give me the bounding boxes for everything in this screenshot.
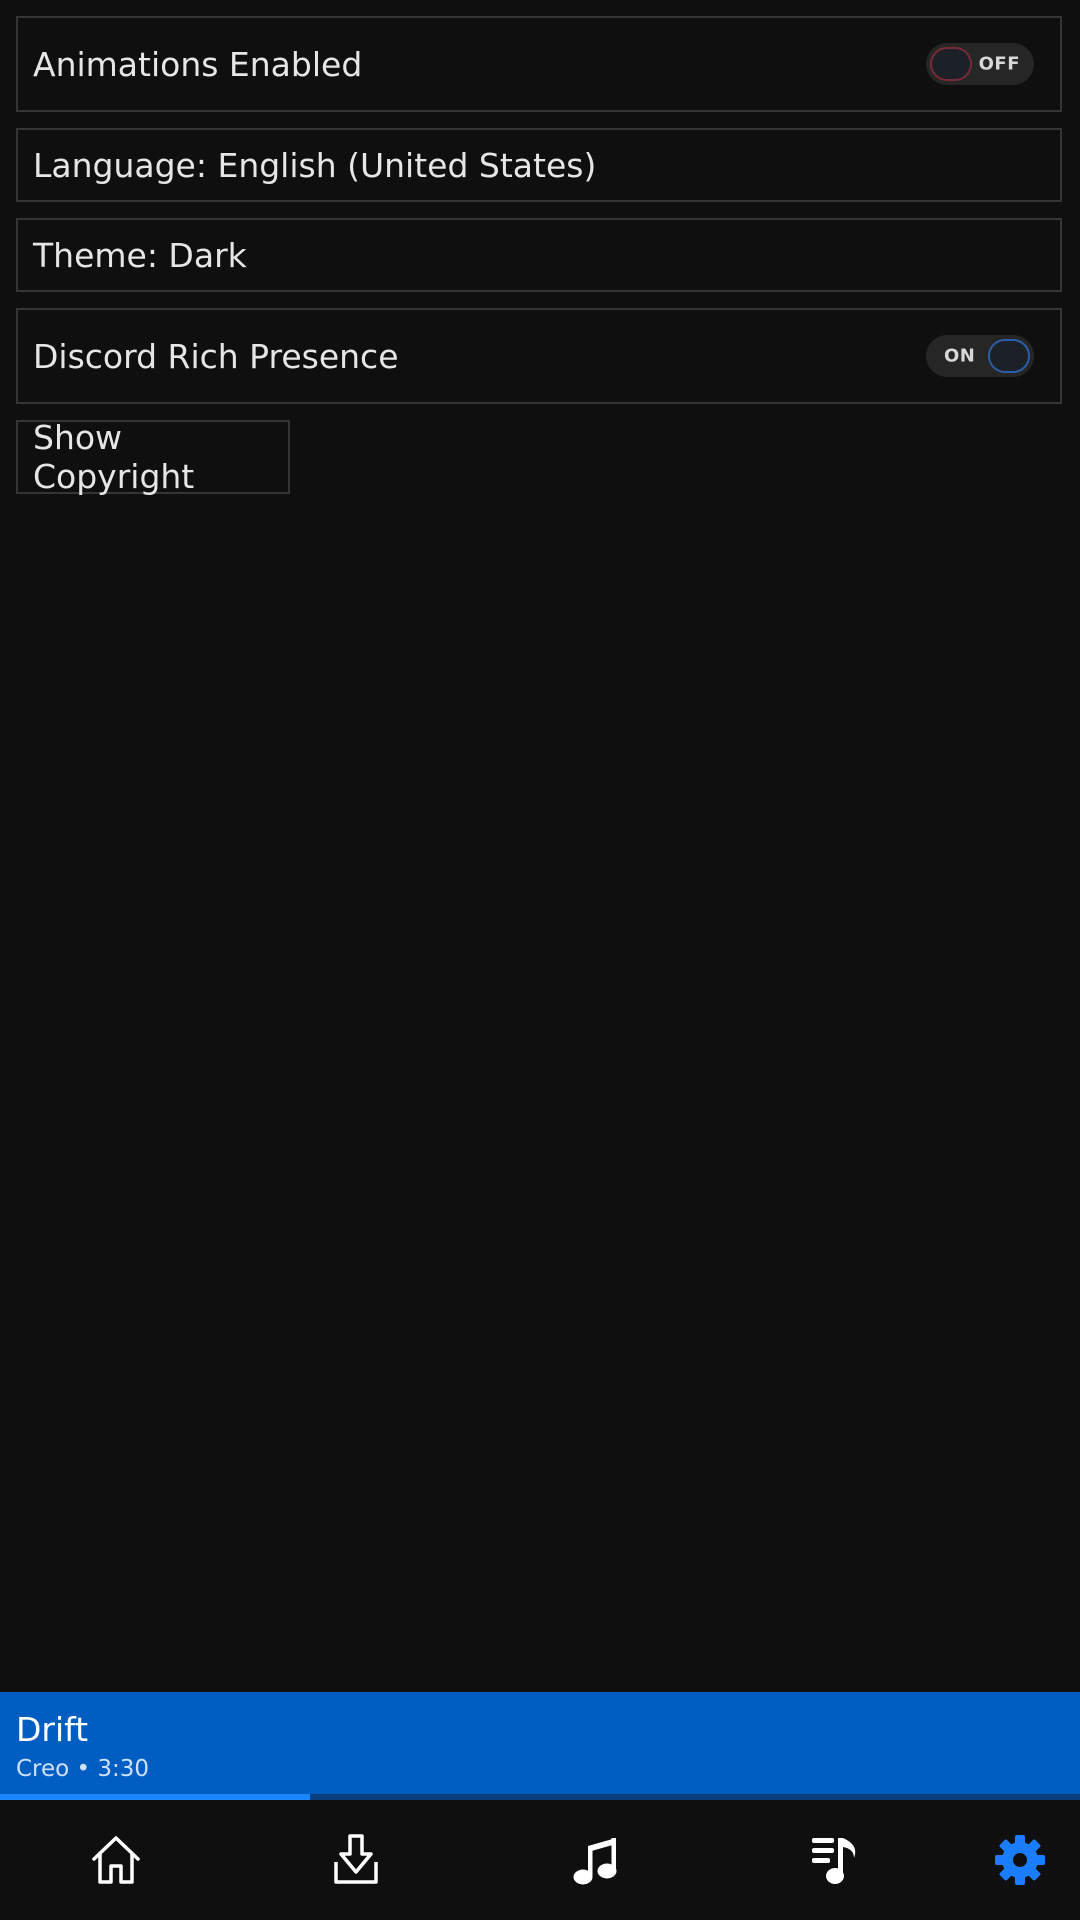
nav-music-button[interactable]	[536, 1800, 656, 1920]
language-setting-row[interactable]: Language: English (United States)	[16, 128, 1062, 202]
theme-label: Theme: Dark	[33, 235, 247, 275]
show-copyright-button[interactable]: Show Copyright	[16, 418, 290, 496]
now-playing-subtitle: Creo • 3:30	[16, 1756, 150, 1782]
nav-settings-button[interactable]	[960, 1800, 1080, 1920]
animations-label: Animations Enabled	[33, 44, 363, 84]
animations-setting-row[interactable]: Animations Enabled OFF	[16, 16, 1062, 112]
language-label: Language: English (United States)	[33, 145, 597, 185]
nav-download-button[interactable]	[296, 1800, 416, 1920]
nav-home-button[interactable]	[56, 1800, 176, 1920]
gear-icon	[995, 1835, 1045, 1885]
download-icon	[334, 1834, 378, 1884]
music-note-icon	[573, 1838, 617, 1885]
toggle-state-text: ON	[944, 345, 976, 367]
animations-toggle[interactable]: OFF	[926, 43, 1034, 85]
bottom-navigation	[0, 1800, 1080, 1920]
nav-queue-button[interactable]	[776, 1800, 896, 1920]
show-copyright-label: Show Copyright	[33, 418, 195, 496]
discord-toggle[interactable]: ON	[926, 335, 1034, 377]
discord-setting-row[interactable]: Discord Rich Presence ON	[16, 308, 1062, 404]
queue-music-icon	[812, 1838, 856, 1884]
now-playing-title: Drift	[16, 1710, 89, 1749]
home-icon	[92, 1836, 140, 1884]
toggle-state-text: OFF	[978, 53, 1020, 75]
toggle-knob	[988, 339, 1030, 373]
discord-label: Discord Rich Presence	[33, 336, 399, 376]
toggle-knob	[930, 47, 972, 81]
theme-setting-row[interactable]: Theme: Dark	[16, 218, 1062, 292]
now-playing-bar[interactable]: Drift Creo • 3:30	[0, 1692, 1080, 1800]
